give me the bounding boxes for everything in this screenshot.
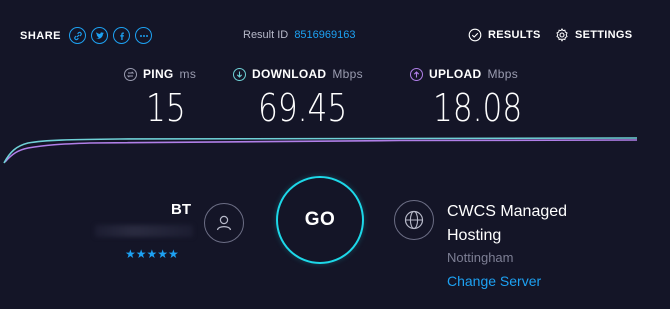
- more-icon: [139, 34, 148, 37]
- result-id-label: Result ID: [243, 29, 289, 41]
- upload-metric: UPLOAD Mbps 18.08: [410, 67, 542, 127]
- download-unit: Mbps: [332, 67, 363, 81]
- settings-label: SETTINGS: [575, 29, 633, 41]
- twitter-share-button[interactable]: [91, 27, 109, 44]
- isp-ip-redacted: [95, 225, 193, 237]
- download-value: 69.45: [258, 86, 348, 130]
- settings-link[interactable]: SETTINGS: [555, 28, 632, 42]
- upload-arrow-icon: [410, 67, 423, 81]
- share-bar: SHARE: [20, 27, 153, 44]
- facebook-icon: [119, 32, 124, 40]
- share-label: SHARE: [20, 29, 62, 42]
- upload-value: 18.08: [433, 86, 523, 130]
- results-label: RESULTS: [488, 29, 541, 41]
- result-id-link[interactable]: 8516969163: [294, 29, 355, 41]
- more-share-button[interactable]: [135, 27, 153, 44]
- ping-value: 15: [146, 86, 186, 130]
- ping-icon: [124, 67, 137, 81]
- ping-label: PING: [143, 67, 174, 81]
- result-id: Result ID 8516969163: [243, 29, 356, 41]
- go-button[interactable]: GO: [276, 176, 364, 264]
- isp-rating[interactable]: ★★★★★: [125, 247, 179, 261]
- globe-icon: [394, 200, 434, 240]
- isp-name: BT: [171, 201, 191, 218]
- ping-unit: ms: [179, 67, 197, 81]
- download-label: DOWNLOAD: [252, 67, 327, 81]
- download-arrow-icon: [233, 67, 246, 81]
- user-icon: [204, 203, 244, 243]
- download-metric: DOWNLOAD Mbps 69.45: [233, 67, 367, 127]
- check-circle-icon: [468, 28, 482, 42]
- upload-unit: Mbps: [487, 67, 519, 81]
- server-host: CWCS Managed Hosting: [447, 203, 568, 244]
- upload-graph-line: [4, 139, 638, 163]
- twitter-icon: [95, 31, 104, 39]
- server-location: Nottingham: [447, 250, 514, 265]
- facebook-share-button[interactable]: [113, 27, 131, 44]
- change-server-link[interactable]: Change Server: [447, 273, 541, 289]
- ping-metric: PING ms 15: [124, 67, 196, 127]
- speed-graph: [3, 137, 638, 164]
- link-icon: [73, 31, 82, 40]
- gear-icon: [556, 28, 568, 42]
- results-link[interactable]: RESULTS: [468, 28, 541, 42]
- link-share-button[interactable]: [69, 27, 87, 44]
- upload-label: UPLOAD: [429, 67, 482, 81]
